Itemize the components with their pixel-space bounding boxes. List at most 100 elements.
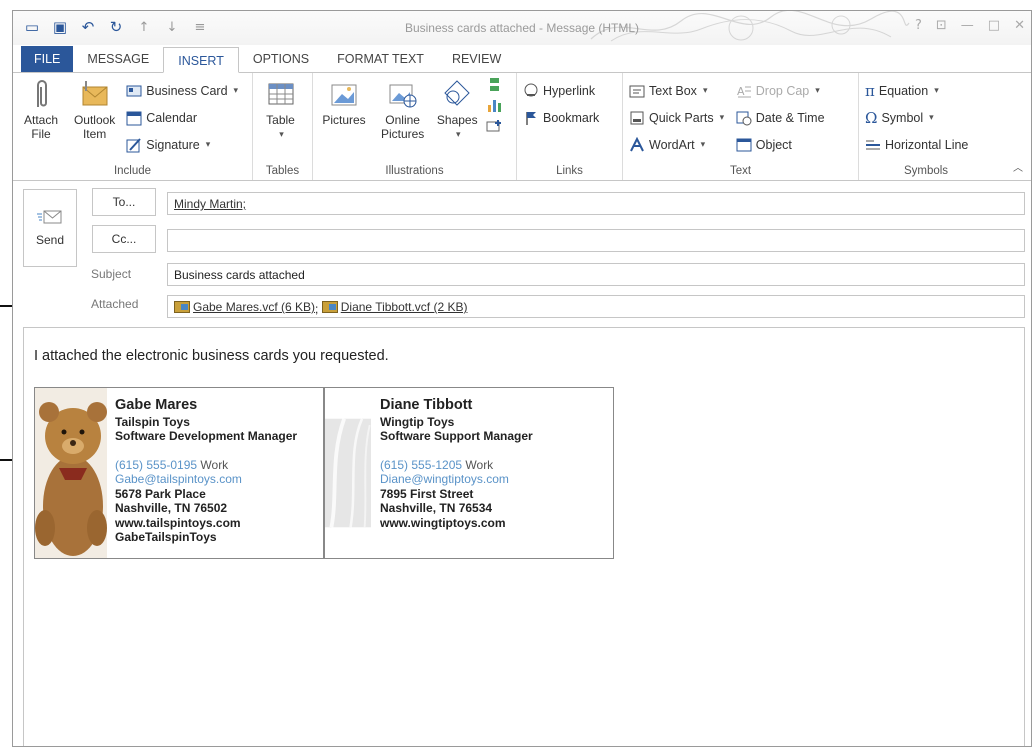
group-tables: Table ▾ Tables xyxy=(253,73,313,180)
business-card-gabe[interactable]: Gabe Mares Tailspin Toys Software Develo… xyxy=(34,387,324,559)
text-box-button[interactable]: Text Box ▾ xyxy=(629,79,724,102)
collapse-ribbon-icon[interactable]: ︿ xyxy=(1013,159,1023,174)
wordart-button[interactable]: WordArt ▾ xyxy=(629,133,724,156)
card-web: www.tailspintoys.com xyxy=(115,515,241,530)
card-web: www.wingtiptoys.com xyxy=(380,515,506,530)
to-recipient[interactable]: Mindy Martin; xyxy=(174,197,246,211)
text-box-label: Text Box xyxy=(649,83,697,98)
business-card-button[interactable]: Business Card ▾ xyxy=(126,79,238,102)
tab-options[interactable]: OPTIONS xyxy=(239,46,323,72)
group-include-label: Include xyxy=(113,165,152,177)
wordart-label: WordArt xyxy=(649,137,695,152)
card-email: Diane@wingtiptoys.com xyxy=(380,472,509,486)
business-card-diane[interactable]: Diane Tibbott Wingtip Toys Software Supp… xyxy=(324,387,614,559)
ribbon-display-icon[interactable]: ⊡ xyxy=(936,18,947,33)
envelope-icon xyxy=(82,81,108,106)
online-pictures-button[interactable]: Online Pictures xyxy=(377,77,429,141)
attachment-name: Diane Tibbott.vcf (2 KB) xyxy=(340,300,468,314)
cc-button[interactable]: Cc... xyxy=(92,225,156,253)
drop-cap-icon: A xyxy=(737,85,751,98)
group-illustrations-label: Illustrations xyxy=(385,165,444,177)
subject-field[interactable]: Business cards attached xyxy=(167,263,1025,286)
tab-file[interactable]: FILE xyxy=(21,46,74,72)
group-symbols-label: Symbols xyxy=(903,165,949,177)
signature-icon xyxy=(126,137,141,152)
card-name: Gabe Mares xyxy=(115,397,198,413)
text-small-buttons-col1: Text Box ▾ Quick Parts ▾ WordArt ▾ xyxy=(629,79,724,156)
group-symbols: π Equation ▾ Ω Symbol ▾ Horizontal Line Sy… xyxy=(859,73,993,180)
table-button[interactable]: Table ▾ xyxy=(266,77,296,141)
help-button[interactable]: ? xyxy=(915,18,922,33)
card-company: Wingtip Toys xyxy=(380,414,455,429)
attach-file-button[interactable]: Attach File xyxy=(19,77,63,141)
tab-insert[interactable]: INSERT xyxy=(163,47,239,73)
pictures-button[interactable]: Pictures xyxy=(319,77,369,127)
tab-review[interactable]: REVIEW xyxy=(438,46,515,72)
hyperlink-button[interactable]: Hyperlink xyxy=(523,79,599,102)
online-pictures-icon xyxy=(389,84,417,108)
business-card-icon xyxy=(126,85,142,96)
send-button[interactable]: Send xyxy=(23,189,77,267)
drop-cap-button[interactable]: A Drop Cap ▾ xyxy=(736,79,825,102)
card-phone: (615) 555-1205 Work xyxy=(380,458,533,473)
illustration-small-buttons xyxy=(486,77,502,133)
screenshot-icon[interactable] xyxy=(486,117,502,133)
symbols-small-buttons: π Equation ▾ Ω Symbol ▾ Horizontal Line xyxy=(865,79,968,156)
to-field[interactable]: Mindy Martin; xyxy=(167,192,1025,215)
outlook-item-label: Outlook Item xyxy=(73,113,116,141)
vcard-icon xyxy=(321,301,338,313)
card-street: 5678 Park Place xyxy=(115,486,206,501)
tab-message[interactable]: MESSAGE xyxy=(73,46,163,72)
maximize-icon[interactable]: □ xyxy=(988,18,1000,33)
tab-format-text[interactable]: FORMAT TEXT xyxy=(323,46,438,72)
quick-parts-icon xyxy=(630,111,644,124)
chevron-down-icon: ▾ xyxy=(702,85,708,95)
attachment-separator: ; xyxy=(315,302,319,316)
minimize-icon[interactable]: — xyxy=(961,18,974,33)
attached-label: Attached xyxy=(91,297,139,311)
pictures-icon xyxy=(331,84,357,106)
shapes-icon xyxy=(444,80,470,106)
card-phone: (615) 555-0195 Work xyxy=(115,458,297,473)
chevron-down-icon: ▾ xyxy=(700,139,706,149)
chart-icon[interactable] xyxy=(486,97,502,113)
quick-parts-label: Quick Parts xyxy=(649,110,714,125)
title-bar: ▭ ▣ ↶ ↻ ↑ ↓ ≡ Business cards attached - … xyxy=(13,11,1031,45)
equation-button[interactable]: π Equation ▾ xyxy=(865,79,968,102)
attachment-name: Gabe Mares.vcf (6 KB) xyxy=(193,300,316,314)
card-info: Diane Tibbott Wingtip Toys Software Supp… xyxy=(380,398,533,530)
wordart-icon xyxy=(630,136,644,151)
signature-button[interactable]: Signature ▾ xyxy=(126,133,238,156)
bookmark-button[interactable]: Bookmark xyxy=(523,106,599,129)
message-body[interactable]: I attached the electronic business cards… xyxy=(23,327,1025,746)
group-text: Text Box ▾ Quick Parts ▾ WordArt ▾ A Drop C… xyxy=(623,73,859,180)
omega-icon: Ω xyxy=(865,108,878,127)
calendar-button[interactable]: Calendar xyxy=(126,106,238,129)
group-text-label: Text xyxy=(729,165,752,177)
message-window: ▭ ▣ ↶ ↻ ↑ ↓ ≡ Business cards attached - … xyxy=(12,10,1032,747)
cc-field[interactable] xyxy=(167,229,1025,252)
shapes-button[interactable]: Shapes ▾ xyxy=(436,77,478,141)
attachment-item[interactable]: Gabe Mares.vcf (6 KB) xyxy=(174,300,315,314)
bookmark-label: Bookmark xyxy=(543,110,600,125)
pictures-label: Pictures xyxy=(322,113,366,127)
to-button[interactable]: To... xyxy=(92,188,156,216)
message-header: Send To... Mindy Martin; Cc... Subject B… xyxy=(13,181,1031,311)
date-time-button[interactable]: Date & Time xyxy=(736,106,825,129)
card-phone-type: Work xyxy=(465,457,494,472)
outlook-item-button[interactable]: Outlook Item xyxy=(71,77,119,141)
calendar-icon xyxy=(126,111,142,125)
close-icon[interactable]: ✕ xyxy=(1014,18,1025,33)
object-button[interactable]: Object xyxy=(736,133,825,156)
horizontal-line-label: Horizontal Line xyxy=(885,137,969,152)
group-links-label: Links xyxy=(556,165,583,177)
horizontal-line-button[interactable]: Horizontal Line xyxy=(865,133,968,156)
calendar-label: Calendar xyxy=(146,110,197,125)
card-background-image xyxy=(325,418,371,528)
smartart-icon[interactable] xyxy=(486,77,502,93)
attachment-item[interactable]: Diane Tibbott.vcf (2 KB) xyxy=(321,300,468,314)
quick-parts-button[interactable]: Quick Parts ▾ xyxy=(629,106,724,129)
window-title: Business cards attached - Message (HTML) xyxy=(404,21,640,35)
send-label: Send xyxy=(35,233,65,247)
symbol-button[interactable]: Ω Symbol ▾ xyxy=(865,106,968,129)
